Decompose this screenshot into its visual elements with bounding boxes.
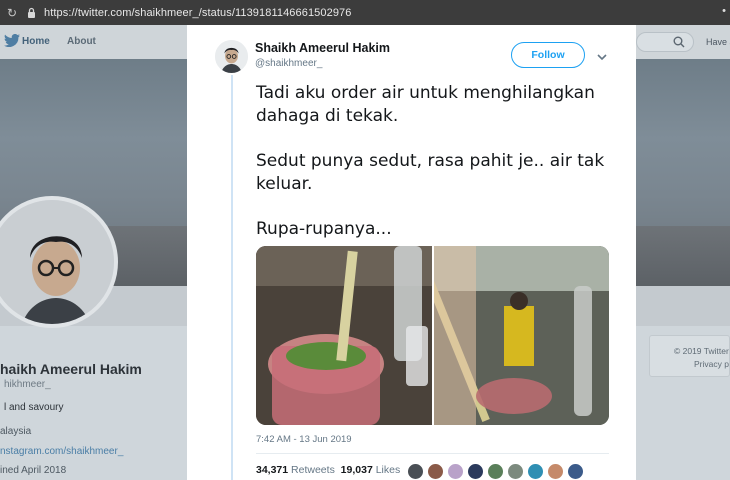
search-input[interactable]	[636, 32, 694, 52]
profile-name: haikh Ameerul Hakim	[0, 361, 142, 377]
nav-about-link[interactable]: About	[67, 36, 96, 47]
url-field[interactable]: https://twitter.com/shaikhmeer_/status/1…	[38, 7, 351, 19]
liker-avatar[interactable]	[567, 463, 584, 480]
author-handle[interactable]: @shaikhmeer_	[255, 58, 322, 69]
profile-location: alaysia	[0, 426, 32, 437]
copyright-text: © 2019 Twitter	[674, 346, 729, 356]
follow-button[interactable]: Follow	[511, 42, 585, 68]
liker-avatars	[407, 463, 584, 480]
likes-label[interactable]: Likes	[376, 464, 401, 476]
tweet-photo-1[interactable]	[256, 246, 432, 425]
author-name[interactable]: Shaikh Ameerul Hakim	[255, 41, 390, 55]
tweet-stats: 34,371 Retweets 19,037 Likes	[256, 464, 400, 476]
have-account-link[interactable]: Have a	[706, 37, 730, 47]
liker-avatar[interactable]	[427, 463, 444, 480]
profile-website-link[interactable]: nstagram.com/shaikhmeer_	[0, 446, 123, 457]
liker-avatar[interactable]	[527, 463, 544, 480]
lock-icon[interactable]	[24, 7, 38, 18]
liker-avatar[interactable]	[407, 463, 424, 480]
profile-handle: hikhmeer_	[4, 379, 51, 390]
search-icon	[673, 36, 685, 48]
privacy-link[interactable]: Privacy p	[694, 359, 729, 369]
profile-joined-date: ined April 2018	[0, 465, 67, 476]
retweets-count[interactable]: 34,371	[256, 464, 288, 476]
profile-bio: l and savoury	[4, 402, 64, 413]
browser-address-bar: ↻ https://twitter.com/shaikhmeer_/status…	[0, 0, 730, 25]
retweets-label[interactable]: Retweets	[291, 464, 335, 476]
tweet-timestamp[interactable]: 7:42 AM - 13 Jun 2019	[256, 434, 352, 445]
tweet-paragraph: Rupa-rupanya...	[256, 219, 392, 239]
chevron-down-icon[interactable]	[597, 48, 607, 66]
thread-line	[231, 75, 233, 480]
liker-avatar[interactable]	[487, 463, 504, 480]
footer-card: © 2019 Twitter Privacy p	[649, 335, 730, 377]
tweet-paragraph: Sedut punya sedut, rasa pahit je.. air t…	[256, 151, 605, 194]
tweet-text: Tadi aku order air untuk menghilangkan d…	[256, 82, 616, 263]
nav-home-link[interactable]: Home	[22, 36, 50, 47]
browser-menu-icon[interactable]: •	[722, 5, 726, 17]
liker-avatar[interactable]	[447, 463, 464, 480]
divider	[256, 453, 609, 454]
liker-avatar[interactable]	[507, 463, 524, 480]
author-avatar[interactable]	[215, 40, 248, 73]
reload-icon[interactable]: ↻	[0, 6, 24, 20]
tweet-modal: Shaikh Ameerul Hakim @shaikhmeer_ Follow…	[187, 25, 636, 480]
liker-avatar[interactable]	[467, 463, 484, 480]
tweet-paragraph: Tadi aku order air untuk menghilangkan d…	[256, 83, 595, 126]
liker-avatar[interactable]	[547, 463, 564, 480]
twitter-bird-icon[interactable]	[4, 33, 20, 52]
likes-count[interactable]: 19,037	[341, 464, 373, 476]
tweet-media	[256, 246, 609, 425]
tweet-photo-2[interactable]	[433, 246, 609, 425]
